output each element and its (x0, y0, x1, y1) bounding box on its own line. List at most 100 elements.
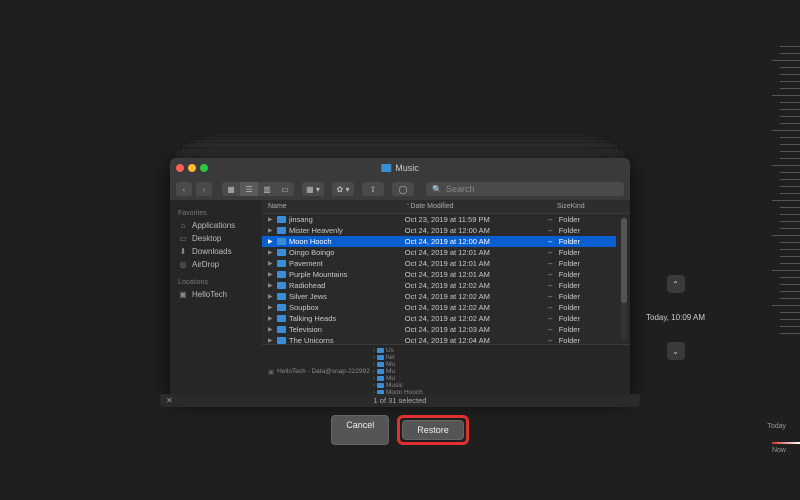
col-kind[interactable]: Kind (571, 203, 624, 210)
disclosure-triangle-icon[interactable]: ▶ (268, 271, 274, 278)
sidebar-item-downloads[interactable]: ⬇Downloads (174, 245, 258, 258)
disclosure-triangle-icon[interactable]: ▶ (268, 315, 274, 322)
share-button[interactable]: ⇪ (362, 182, 384, 196)
disclosure-triangle-icon[interactable]: ▶ (268, 337, 274, 344)
timeline-older-button[interactable]: ⌃ (667, 275, 685, 293)
file-row[interactable]: ▶Purple Mountains Oct 24, 2019 at 12:01 … (262, 269, 616, 280)
disclosure-triangle-icon[interactable]: ▶ (268, 304, 274, 311)
file-row[interactable]: ▶Silver Jews Oct 24, 2019 at 12:02 AM --… (262, 291, 616, 302)
gallery-view-icon[interactable]: ▭ (276, 182, 294, 196)
path-segment[interactable]: › Music (373, 382, 423, 389)
sidebar-item-hellotech[interactable]: ▣HelloTech (174, 288, 258, 301)
file-kind: Folder (559, 237, 610, 246)
sidebar-item-label: Desktop (192, 234, 221, 243)
file-date: Oct 23, 2019 at 11:59 PM (405, 215, 516, 224)
timeline-newer-button[interactable]: ⌄ (667, 342, 685, 360)
search-input[interactable]: 🔍 Search (426, 182, 624, 196)
file-name: Silver Jews (289, 292, 327, 301)
zoom-icon[interactable] (200, 164, 208, 172)
exit-time-machine-button[interactable]: ✕ (166, 396, 173, 405)
file-date: Oct 24, 2019 at 12:01 AM (405, 270, 516, 279)
folder-icon (377, 362, 384, 367)
file-row[interactable]: ▶The Unicorns Oct 24, 2019 at 12:04 AM -… (262, 335, 616, 344)
path-segment[interactable]: › hel (373, 354, 423, 361)
file-row[interactable]: ▶Radiohead Oct 24, 2019 at 12:02 AM -- F… (262, 280, 616, 291)
file-date: Oct 24, 2019 at 12:02 AM (405, 281, 516, 290)
tags-button[interactable]: ◯ (392, 182, 414, 196)
restore-button[interactable]: Restore (402, 420, 464, 440)
disclosure-triangle-icon[interactable]: ▶ (268, 326, 274, 333)
file-kind: Folder (559, 303, 610, 312)
file-size: -- (516, 270, 559, 279)
file-name: The Unicorns (289, 336, 334, 344)
list-view-icon[interactable]: ☰ (240, 182, 258, 196)
file-kind: Folder (559, 314, 610, 323)
timeline-scale[interactable]: Today Now (768, 40, 800, 460)
sidebar-locations-header: Locations (178, 279, 254, 286)
file-kind: Folder (559, 336, 610, 344)
titlebar: Music (170, 158, 630, 178)
view-mode-segment[interactable]: ▦ ☰ ▥ ▭ (222, 182, 294, 196)
timeline-now-label: Now (772, 447, 786, 454)
file-row[interactable]: ▶Soupbox Oct 24, 2019 at 12:02 AM -- Fol… (262, 302, 616, 313)
folder-icon (277, 337, 286, 344)
cancel-button[interactable]: Cancel (331, 415, 389, 445)
file-date: Oct 24, 2019 at 12:00 AM (405, 226, 516, 235)
timeline-current-label: Today, 10:09 AM (646, 313, 705, 322)
file-size: -- (516, 248, 559, 257)
action-menu-button[interactable]: ✿ ▾ (332, 182, 354, 196)
file-row[interactable]: ▶jinsang Oct 23, 2019 at 11:59 PM -- Fol… (262, 214, 616, 225)
sidebar-item-icon: ▣ (178, 290, 188, 299)
sidebar-item-airdrop[interactable]: ◎AirDrop (174, 258, 258, 271)
disclosure-triangle-icon[interactable]: ▶ (268, 293, 274, 300)
disclosure-triangle-icon[interactable]: ▶ (268, 249, 274, 256)
scroll-thumb[interactable] (621, 218, 627, 303)
col-size[interactable]: Size (526, 203, 571, 210)
forward-button[interactable]: › (196, 182, 212, 196)
col-date[interactable]: Date Modified (410, 203, 526, 210)
file-size: -- (516, 215, 559, 224)
window-title: Music (381, 163, 419, 173)
icon-view-icon[interactable]: ▦ (222, 182, 240, 196)
sidebar-item-label: AirDrop (192, 260, 219, 269)
group-by-button[interactable]: ▦ ▾ (302, 182, 324, 196)
folder-icon (277, 271, 286, 278)
file-row[interactable]: ▶ Mister Heavenly Oct 24, 2019 at 12:00 A… (262, 225, 616, 236)
file-name: jinsang (289, 215, 313, 224)
finder-window: Music ‹ › ▦ ☰ ▥ ▭ ▦ ▾ ✿ ▾ ⇪ ◯ 🔍 Search F… (170, 158, 630, 398)
sidebar-item-desktop[interactable]: ▭Desktop (174, 232, 258, 245)
path-segment[interactable]: › Mu (373, 361, 423, 368)
file-name: Oingo Boingo (289, 248, 334, 257)
file-row[interactable]: ▶Moon Hooch Oct 24, 2019 at 12:00 AM -- … (262, 236, 616, 247)
sidebar-item-icon: ⬇ (178, 247, 188, 256)
time-machine-hud: ✕ 1 of 31 selected Cancel Restore (160, 394, 640, 445)
disclosure-triangle-icon[interactable]: ▶ (268, 216, 274, 223)
disclosure-triangle-icon[interactable]: ▶ (268, 282, 274, 289)
file-row[interactable]: ▶Talking Heads Oct 24, 2019 at 12:02 AM … (262, 313, 616, 324)
disclosure-triangle-icon[interactable]: ▶ (268, 238, 274, 245)
back-button[interactable]: ‹ (176, 182, 192, 196)
minimize-icon[interactable] (188, 164, 196, 172)
file-row[interactable]: ▶Oingo Boingo Oct 24, 2019 at 12:01 AM -… (262, 247, 616, 258)
path-segment[interactable]: › Us (373, 347, 423, 354)
timeline-nav: ⌃ Today, 10:09 AM ⌄ (646, 275, 705, 360)
selection-status: 1 of 31 selected (374, 396, 427, 405)
file-kind: Folder (559, 270, 610, 279)
file-row[interactable]: ▶Pavement Oct 24, 2019 at 12:01 AM -- Fo… (262, 258, 616, 269)
path-segment[interactable]: › Mu (373, 368, 423, 375)
col-name[interactable]: Name⌃ (268, 203, 410, 210)
disclosure-triangle-icon[interactable]: ▶ (268, 260, 274, 267)
column-view-icon[interactable]: ▥ (258, 182, 276, 196)
file-row[interactable]: ▶Television Oct 24, 2019 at 12:03 AM -- … (262, 324, 616, 335)
close-icon[interactable] (176, 164, 184, 172)
path-volume[interactable]: HelloTech - Data@snap-222992 (277, 368, 370, 375)
file-name: Soupbox (289, 303, 319, 312)
folder-icon (277, 260, 286, 267)
file-name: Mister Heavenly (289, 226, 343, 235)
scrollbar[interactable] (621, 218, 627, 340)
folder-icon (377, 355, 384, 360)
path-segment[interactable]: › Mu (373, 375, 423, 382)
disclosure-triangle-icon[interactable]: ▶ (268, 227, 274, 234)
sidebar-item-applications[interactable]: ⌂Applications (174, 219, 258, 232)
file-name: Moon Hooch (289, 237, 332, 246)
